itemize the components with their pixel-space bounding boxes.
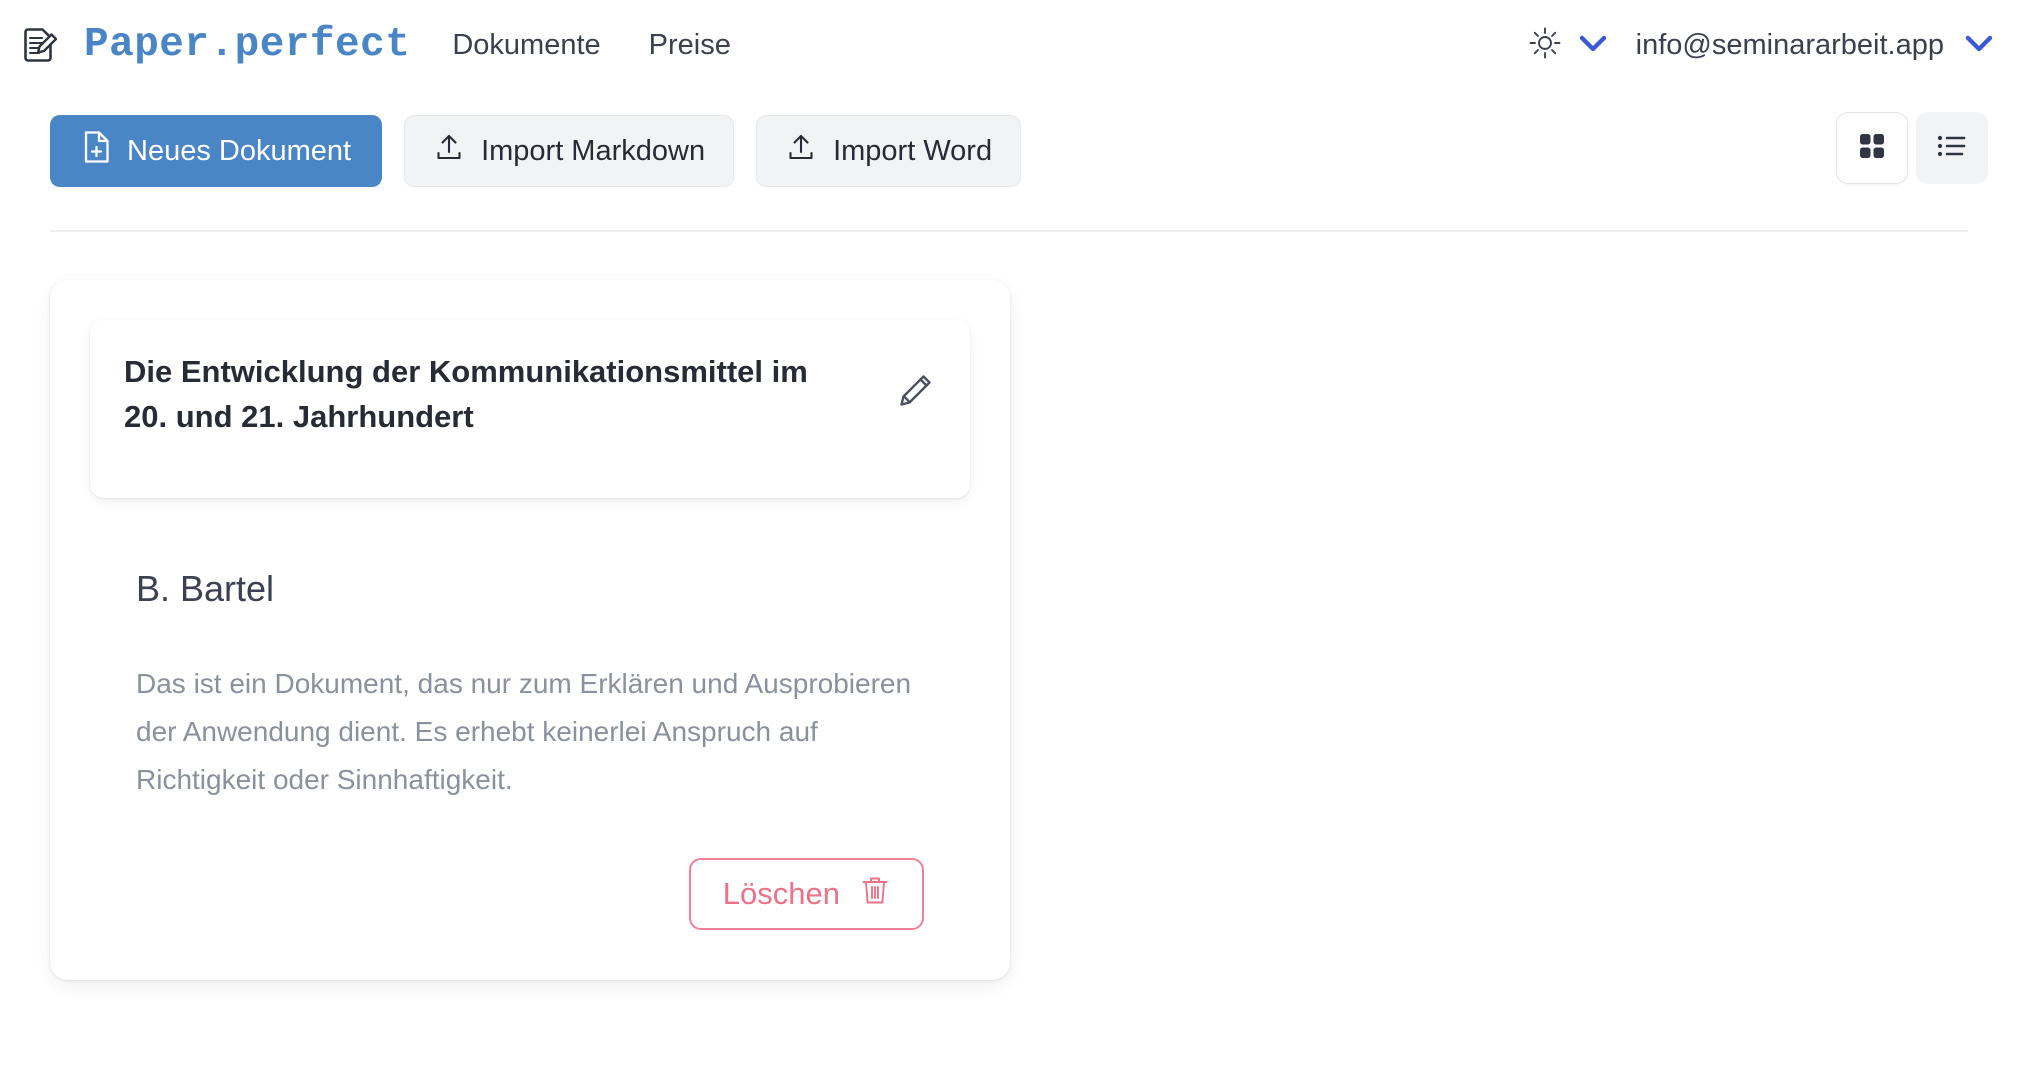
document-description: Das ist ein Dokument, das nur zum Erklär… — [136, 668, 912, 796]
theme-switcher[interactable] — [1528, 26, 1606, 65]
sun-icon — [1528, 26, 1562, 65]
view-mode-toggle-group — [1836, 112, 1988, 184]
app-header: Paper.perfect Dokumente Preise info@semi… — [0, 0, 2018, 90]
upload-icon — [433, 131, 465, 171]
grid-view-icon — [1857, 131, 1887, 166]
edit-title-button[interactable] — [890, 366, 942, 418]
new-document-label: Neues Dokument — [127, 134, 352, 167]
main-nav: Dokumente Preise — [452, 29, 731, 62]
documents-toolbar: Neues Dokument Import Markdown Import Wo… — [0, 112, 2018, 190]
brand-name: Paper.perfect — [84, 22, 411, 68]
import-markdown-button[interactable]: Import Markdown — [404, 115, 735, 187]
chevron-down-icon — [1964, 33, 1993, 57]
upload-icon — [785, 131, 817, 171]
delete-document-button[interactable]: Löschen — [688, 858, 924, 931]
documents-grid: Die Entwicklung der Kommunikationsmittel… — [0, 232, 2018, 980]
document-card-actions: Löschen — [90, 858, 970, 931]
document-title-panel: Die Entwicklung der Kommunikationsmittel… — [90, 320, 970, 498]
chevron-down-icon — [1578, 33, 1606, 57]
import-markdown-label: Import Markdown — [481, 134, 706, 167]
document-title: Die Entwicklung der Kommunikationsmittel… — [124, 354, 808, 434]
document-author: B. Bartel — [136, 568, 275, 609]
import-word-label: Import Word — [833, 134, 993, 167]
document-card[interactable]: Die Entwicklung der Kommunikationsmittel… — [50, 280, 1010, 980]
import-word-button[interactable]: Import Word — [756, 115, 1022, 187]
user-account-menu[interactable]: info@seminararbeit.app — [1635, 28, 1993, 62]
header-right-cluster: info@seminararbeit.app — [1528, 0, 1993, 90]
nav-link-dokumente[interactable]: Dokumente — [452, 29, 600, 62]
list-view-icon — [1936, 131, 1968, 166]
trash-icon — [860, 874, 890, 914]
grid-view-button[interactable] — [1836, 112, 1908, 184]
new-document-button[interactable]: Neues Dokument — [50, 115, 383, 187]
brand[interactable]: Paper.perfect — [10, 22, 410, 68]
file-plus-icon — [81, 130, 111, 172]
nav-link-preise[interactable]: Preise — [649, 29, 731, 62]
list-view-button[interactable] — [1916, 112, 1988, 184]
pencil-icon — [895, 369, 937, 416]
delete-label: Löschen — [722, 876, 840, 912]
document-pencil-icon — [18, 23, 62, 67]
user-email-label: info@seminararbeit.app — [1635, 28, 1944, 61]
